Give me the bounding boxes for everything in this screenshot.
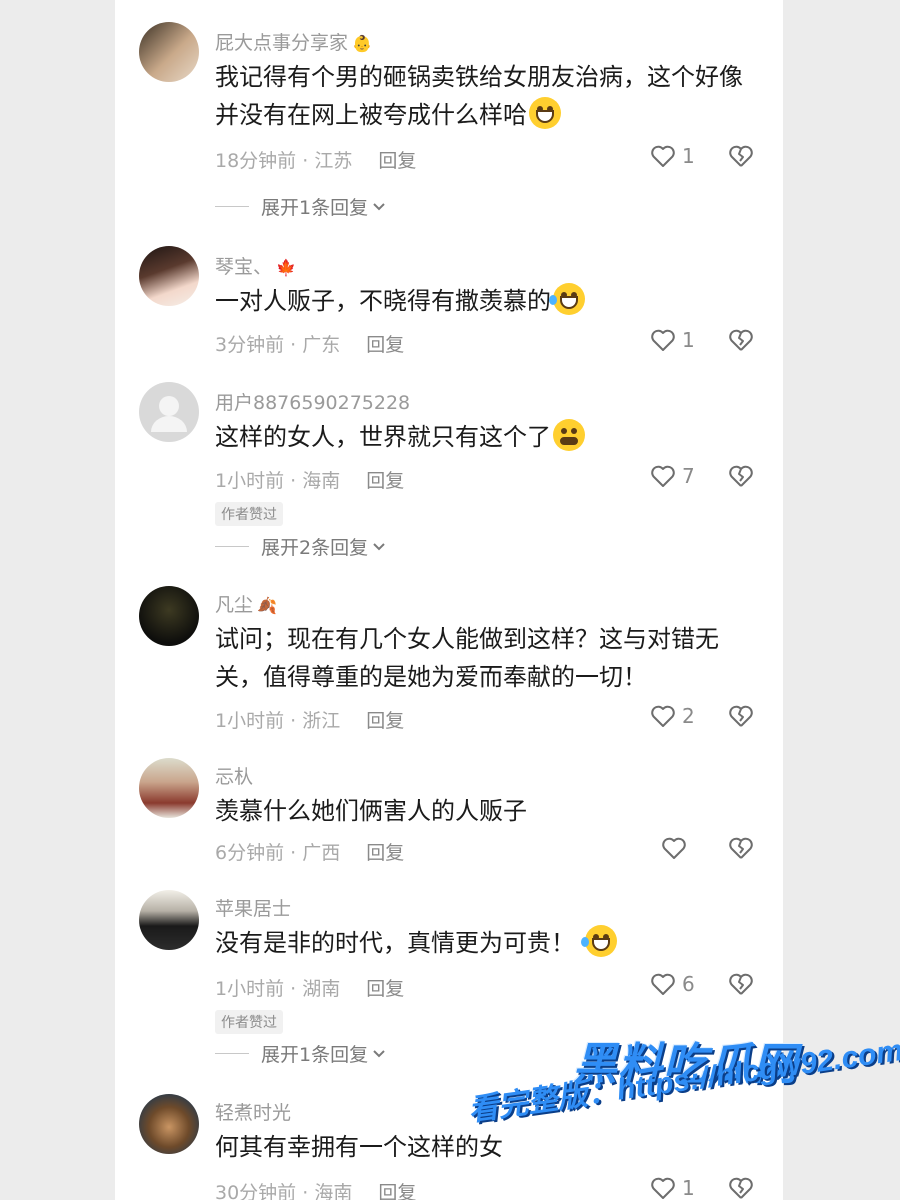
comment-username[interactable]: 屁大点事分享家 👶: [215, 28, 372, 55]
avatar[interactable]: [139, 890, 199, 950]
comment-text: 这样的女人，世界就只有这个了: [215, 418, 755, 456]
comment-meta: 1小时前 · 海南 回复: [215, 470, 405, 492]
divider: [215, 546, 249, 547]
avatar[interactable]: [139, 246, 199, 306]
like-count: 2: [682, 704, 695, 728]
comment-meta: 3分钟前 · 广东 回复: [215, 334, 405, 356]
author-liked-badge: 作者赞过: [215, 1010, 283, 1034]
divider: [215, 206, 249, 207]
laughing-tears-icon: [581, 925, 617, 957]
laughing-tears-icon: [549, 283, 585, 315]
dislike-button[interactable]: [728, 144, 754, 172]
like-count: 1: [682, 1176, 695, 1200]
comment-meta: 18分钟前 · 江苏 回复: [215, 150, 417, 172]
dislike-button[interactable]: [728, 972, 754, 1000]
smirk-face-icon: [553, 419, 585, 451]
comment-username[interactable]: 苹果居士: [215, 894, 291, 921]
heart-icon: [651, 1177, 675, 1199]
comment-text: 何其有幸拥有一个这样的女: [215, 1133, 503, 1161]
avatar[interactable]: [139, 1094, 199, 1154]
comment-username[interactable]: 忈朲: [215, 762, 253, 789]
chevron-down-icon: [373, 1049, 385, 1057]
comment-list: 屁大点事分享家 👶 我记得有个男的砸锅卖铁给女朋友治病，这个好像并没有在网上被夸成…: [115, 0, 783, 1200]
reply-button[interactable]: 回复: [378, 1182, 416, 1200]
dislike-button[interactable]: [728, 704, 754, 732]
default-avatar[interactable]: [139, 382, 199, 442]
dislike-button[interactable]: [728, 1176, 754, 1200]
heart-icon: [651, 329, 675, 351]
like-count: 6: [682, 972, 695, 996]
like-button[interactable]: 6: [650, 972, 695, 996]
reply-button[interactable]: 回复: [366, 978, 404, 1000]
leaf-icon: 🍂: [257, 596, 277, 615]
author-liked-badge: 作者赞过: [215, 502, 283, 526]
like-button[interactable]: [661, 836, 693, 860]
comment-meta: 1小时前 · 湖南 回复: [215, 978, 405, 1000]
comment-text: 试问；现在有几个女人能做到这样？这与对错无关，值得尊重的是她为爱而奉献的一切！: [215, 625, 719, 691]
divider: [215, 1053, 249, 1054]
like-button[interactable]: 1: [650, 144, 695, 168]
like-button[interactable]: 7: [650, 464, 695, 488]
dislike-button[interactable]: [728, 464, 754, 492]
expand-replies-button[interactable]: 展开2条回复: [215, 533, 386, 560]
avatar[interactable]: [139, 586, 199, 646]
like-button[interactable]: 1: [650, 328, 695, 352]
baby-icon: 👶: [352, 34, 372, 53]
broken-heart-icon: [729, 329, 753, 351]
reply-button[interactable]: 回复: [366, 334, 404, 356]
comment-text: 羡慕什么她们俩害人的人贩子: [215, 797, 527, 825]
comment-username[interactable]: 凡尘 🍂: [215, 590, 277, 617]
expand-replies-button[interactable]: 展开1条回复: [215, 1040, 386, 1067]
comment-username[interactable]: 琴宝、 🍁: [215, 252, 296, 279]
like-count: 1: [682, 144, 695, 168]
dislike-button[interactable]: [728, 328, 754, 356]
user-silhouette-icon: [151, 396, 187, 432]
comment-text: 一对人贩子，不晓得有撒羡慕的: [215, 282, 755, 320]
heart-icon: [651, 705, 675, 727]
grinning-sweat-icon: [529, 97, 561, 129]
comment-meta: 30分钟前 · 海南 回复: [215, 1178, 416, 1200]
reply-button[interactable]: 回复: [366, 842, 404, 864]
reply-button[interactable]: 回复: [378, 150, 416, 172]
broken-heart-icon: [729, 1177, 753, 1199]
comment-text: 我记得有个男的砸锅卖铁给女朋友治病，这个好像并没有在网上被夸成什么样哈: [215, 63, 743, 129]
broken-heart-icon: [729, 973, 753, 995]
comment-meta: 6分钟前 · 广西 回复: [215, 842, 405, 864]
heart-icon: [651, 145, 675, 167]
reply-button[interactable]: 回复: [366, 710, 404, 732]
avatar[interactable]: [139, 758, 199, 818]
broken-heart-icon: [729, 705, 753, 727]
maple-leaf-icon: 🍁: [276, 258, 296, 277]
heart-icon: [651, 973, 675, 995]
broken-heart-icon: [729, 837, 753, 859]
heart-icon: [662, 837, 686, 859]
dislike-button[interactable]: [728, 836, 754, 864]
chevron-down-icon: [373, 542, 385, 550]
heart-icon: [651, 465, 675, 487]
broken-heart-icon: [729, 465, 753, 487]
like-button[interactable]: 1: [650, 1176, 695, 1200]
avatar[interactable]: [139, 22, 199, 82]
like-button[interactable]: 2: [650, 704, 695, 728]
comment-username[interactable]: 用户8876590275228: [215, 388, 410, 415]
like-count: 1: [682, 328, 695, 352]
comment-username[interactable]: 轻煮时光: [215, 1098, 291, 1125]
comment-text: 没有是非的时代，真情更为可贵！: [215, 924, 755, 962]
reply-button[interactable]: 回复: [366, 470, 404, 492]
like-count: 7: [682, 464, 695, 488]
comment-meta: 1小时前 · 浙江 回复: [215, 710, 405, 732]
expand-replies-button[interactable]: 展开1条回复: [215, 193, 386, 220]
broken-heart-icon: [729, 145, 753, 167]
chevron-down-icon: [373, 202, 385, 210]
